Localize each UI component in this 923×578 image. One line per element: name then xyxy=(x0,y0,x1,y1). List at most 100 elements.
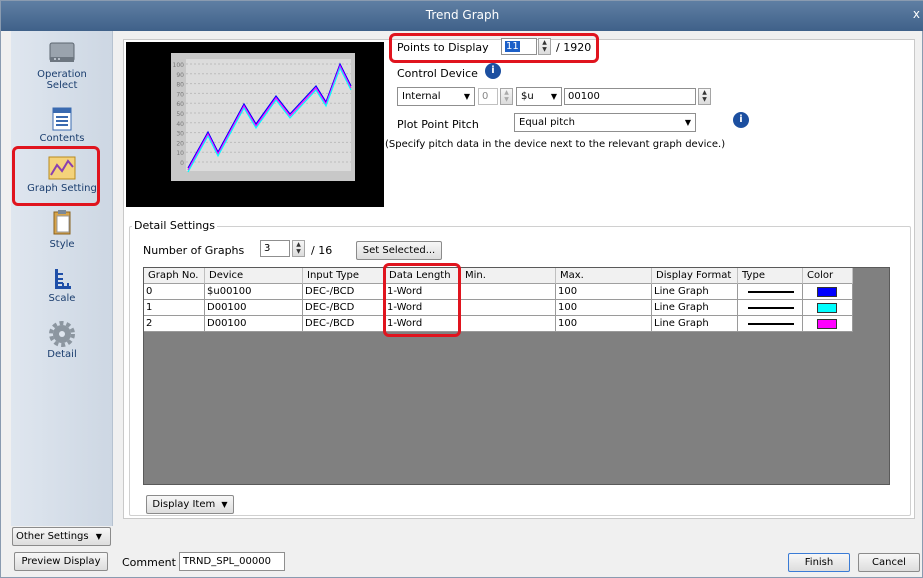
preview-y-tick: 10 xyxy=(176,150,184,157)
detail-settings-label: Detail Settings xyxy=(132,219,218,232)
device-type-value: Internal xyxy=(402,91,441,102)
device-number-input: 0 xyxy=(478,88,498,105)
info-icon[interactable]: i xyxy=(733,112,749,128)
preview-chart: 1009080706050403020100 xyxy=(171,53,355,181)
cancel-button[interactable]: Cancel xyxy=(858,553,920,572)
plot-point-pitch-label: Plot Point Pitch xyxy=(397,118,479,131)
table-cell-input-type[interactable]: DEC-/BCD xyxy=(303,316,385,332)
display-item-label: Display Item xyxy=(152,499,216,510)
table-cell-input-type[interactable]: DEC-/BCD xyxy=(303,300,385,316)
preview-display-button[interactable]: Preview Display xyxy=(14,552,108,571)
color-cell[interactable] xyxy=(803,316,853,332)
col-header-max[interactable]: Max. xyxy=(556,268,652,284)
plot-point-pitch-select[interactable]: Equal pitch ▼ xyxy=(514,113,696,132)
color-swatch xyxy=(817,319,837,329)
col-header-type[interactable]: Type xyxy=(738,268,803,284)
preview-y-tick: 0 xyxy=(180,160,184,167)
comment-label: Comment xyxy=(122,556,176,569)
sidebar-item-style[interactable]: Style xyxy=(11,209,113,250)
graph-table: Graph No. Device Input Type Data Length … xyxy=(143,267,890,485)
line-type-cell[interactable] xyxy=(738,300,803,316)
chevron-down-icon: ▼ xyxy=(463,92,470,101)
sidebar-item-label: Detail xyxy=(47,349,77,360)
device-address-value: 00100 xyxy=(568,91,600,102)
col-header-device[interactable]: Device xyxy=(205,268,303,284)
number-of-graphs-max: / 16 xyxy=(311,244,333,257)
table-cell-device[interactable]: $u00100 xyxy=(205,284,303,300)
graph-preview: 100 90 80 70 60 50 40 30 20 10 0 xyxy=(126,42,384,207)
plot-point-pitch-value: Equal pitch xyxy=(519,117,575,128)
control-device-label: Control Device xyxy=(397,67,478,80)
info-icon[interactable]: i xyxy=(485,63,501,79)
table-cell-input-type[interactable]: DEC-/BCD xyxy=(303,284,385,300)
table-row[interactable]: 0 $u00100 DEC-/BCD 1-Word 100 Line Graph xyxy=(144,284,853,300)
table-cell-display-format[interactable]: Line Graph xyxy=(652,284,738,300)
table-cell-no[interactable]: 2 xyxy=(144,316,205,332)
line-type-cell[interactable] xyxy=(738,284,803,300)
chevron-down-icon: ▼ xyxy=(550,92,557,101)
sidebar-item-scale[interactable]: Scale xyxy=(11,267,113,304)
line-style-icon xyxy=(748,291,794,293)
table-cell-max[interactable]: 100 xyxy=(556,284,652,300)
preview-y-tick: 60 xyxy=(176,101,184,108)
col-header-graph-no[interactable]: Graph No. xyxy=(144,268,205,284)
sidebar-item-contents[interactable]: Contents xyxy=(11,107,113,144)
chevron-down-icon: ▼ xyxy=(95,532,102,541)
gear-icon xyxy=(49,321,75,347)
device-address-input[interactable]: 00100 xyxy=(564,88,696,105)
preview-y-tick: 90 xyxy=(176,72,184,79)
preview-y-tick: 70 xyxy=(176,91,184,98)
sidebar-item-label: Contents xyxy=(39,133,85,144)
table-cell-max[interactable]: 100 xyxy=(556,316,652,332)
color-cell[interactable] xyxy=(803,300,853,316)
set-selected-button[interactable]: Set Selected... xyxy=(356,241,442,260)
table-header-row: Graph No. Device Input Type Data Length … xyxy=(144,268,853,284)
line-style-icon xyxy=(748,323,794,325)
graph-setting-highlight xyxy=(12,146,100,206)
device-prefix-value: $u xyxy=(521,91,534,102)
table-cell-display-format[interactable]: Line Graph xyxy=(652,316,738,332)
col-header-color[interactable]: Color xyxy=(803,268,853,284)
preview-y-tick: 100 xyxy=(173,62,185,69)
table-cell-display-format[interactable]: Line Graph xyxy=(652,300,738,316)
number-of-graphs-input[interactable]: 3 xyxy=(260,240,290,257)
preview-y-tick: 40 xyxy=(176,121,184,128)
number-of-graphs-stepper[interactable]: ▲ ▼ xyxy=(292,240,305,257)
table-cell-device[interactable]: D00100 xyxy=(205,316,303,332)
table-cell-min[interactable] xyxy=(461,284,556,300)
other-settings-button[interactable]: Other Settings ▼ xyxy=(12,527,111,546)
table-cell-max[interactable]: 100 xyxy=(556,300,652,316)
number-of-graphs-label: Number of Graphs xyxy=(143,244,245,257)
sidebar-item-detail[interactable]: Detail xyxy=(11,321,113,360)
col-header-input-type[interactable]: Input Type xyxy=(303,268,385,284)
finish-button[interactable]: Finish xyxy=(788,553,850,572)
table-row[interactable]: 1 D00100 DEC-/BCD 1-Word 100 Line Graph xyxy=(144,300,853,316)
plot-point-pitch-note: (Specify pitch data in the device next t… xyxy=(385,139,726,150)
table-cell-no[interactable]: 1 xyxy=(144,300,205,316)
number-of-graphs-value: 3 xyxy=(264,243,271,254)
preview-y-tick: 20 xyxy=(176,140,184,147)
color-swatch xyxy=(817,287,837,297)
table-cell-device[interactable]: D00100 xyxy=(205,300,303,316)
table-cell-no[interactable]: 0 xyxy=(144,284,205,300)
sidebar-item-operation-select[interactable]: Operation Select xyxy=(11,39,113,91)
col-header-display-format[interactable]: Display Format xyxy=(652,268,738,284)
chevron-down-icon: ▼ xyxy=(221,500,228,509)
device-address-stepper[interactable]: ▲ ▼ xyxy=(698,88,711,105)
sidebar-item-label: Style xyxy=(49,239,75,250)
title-bar: Trend Graph x xyxy=(1,1,923,31)
table-cell-min[interactable] xyxy=(461,316,556,332)
line-type-cell[interactable] xyxy=(738,316,803,332)
sidebar-item-label: Scale xyxy=(48,293,76,304)
close-icon[interactable]: x xyxy=(913,7,920,21)
window-title: Trend Graph xyxy=(425,8,500,22)
device-type-select[interactable]: Internal ▼ xyxy=(397,87,475,106)
device-prefix-select[interactable]: $u ▼ xyxy=(516,87,562,106)
device-icon xyxy=(49,42,75,62)
comment-input[interactable]: TRND_SPL_00000 xyxy=(179,552,285,571)
color-cell[interactable] xyxy=(803,284,853,300)
display-item-button[interactable]: Display Item ▼ xyxy=(146,495,234,514)
table-cell-min[interactable] xyxy=(461,300,556,316)
col-header-min[interactable]: Min. xyxy=(461,268,556,284)
table-row[interactable]: 2 D00100 DEC-/BCD 1-Word 100 Line Graph xyxy=(144,316,853,332)
